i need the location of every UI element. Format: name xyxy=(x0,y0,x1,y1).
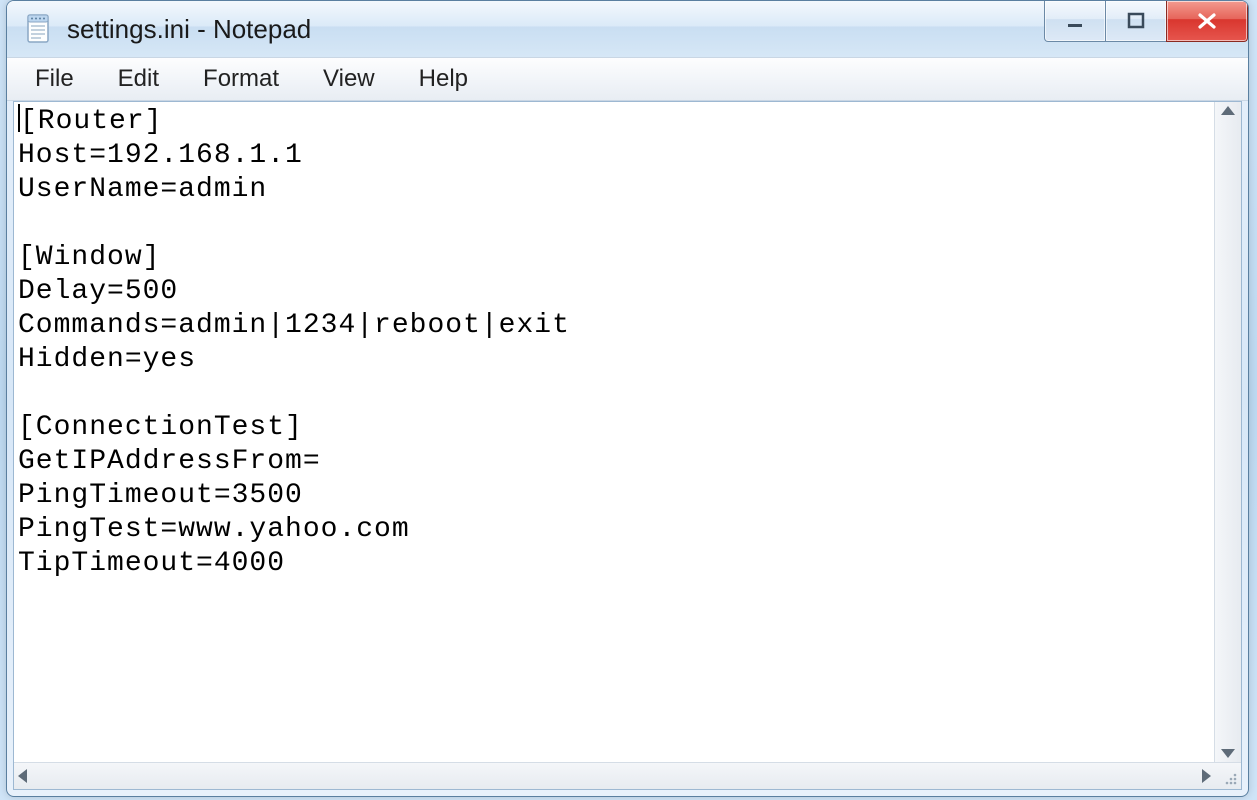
menu-file[interactable]: File xyxy=(13,61,96,97)
window-controls xyxy=(1045,1,1248,41)
menu-bar: File Edit Format View Help xyxy=(7,57,1248,101)
menu-edit[interactable]: Edit xyxy=(96,61,181,97)
scroll-up-icon[interactable] xyxy=(1221,106,1235,115)
menu-format[interactable]: Format xyxy=(181,61,301,97)
title-bar[interactable]: settings.ini - Notepad xyxy=(7,1,1248,57)
close-button[interactable] xyxy=(1166,1,1248,42)
maximize-button[interactable] xyxy=(1105,1,1167,42)
text-editor[interactable]: [Router] Host=192.168.1.1 UserName=admin… xyxy=(14,102,1215,762)
notepad-window: settings.ini - Notepad File Edit Format … xyxy=(6,0,1249,797)
scroll-left-icon[interactable] xyxy=(18,769,27,783)
client-area: [Router] Host=192.168.1.1 UserName=admin… xyxy=(13,101,1242,790)
window-title: settings.ini - Notepad xyxy=(67,14,311,45)
scroll-down-icon[interactable] xyxy=(1221,749,1235,758)
menu-view[interactable]: View xyxy=(301,61,397,97)
menu-help[interactable]: Help xyxy=(397,61,490,97)
vertical-scrollbar[interactable] xyxy=(1214,102,1241,762)
resize-grip-icon[interactable] xyxy=(1219,767,1239,787)
editor-viewport: [Router] Host=192.168.1.1 UserName=admin… xyxy=(14,102,1241,762)
notepad-icon xyxy=(23,13,55,45)
horizontal-scrollbar[interactable] xyxy=(14,762,1241,789)
minimize-button[interactable] xyxy=(1044,1,1106,42)
scroll-right-icon[interactable] xyxy=(1202,769,1211,783)
